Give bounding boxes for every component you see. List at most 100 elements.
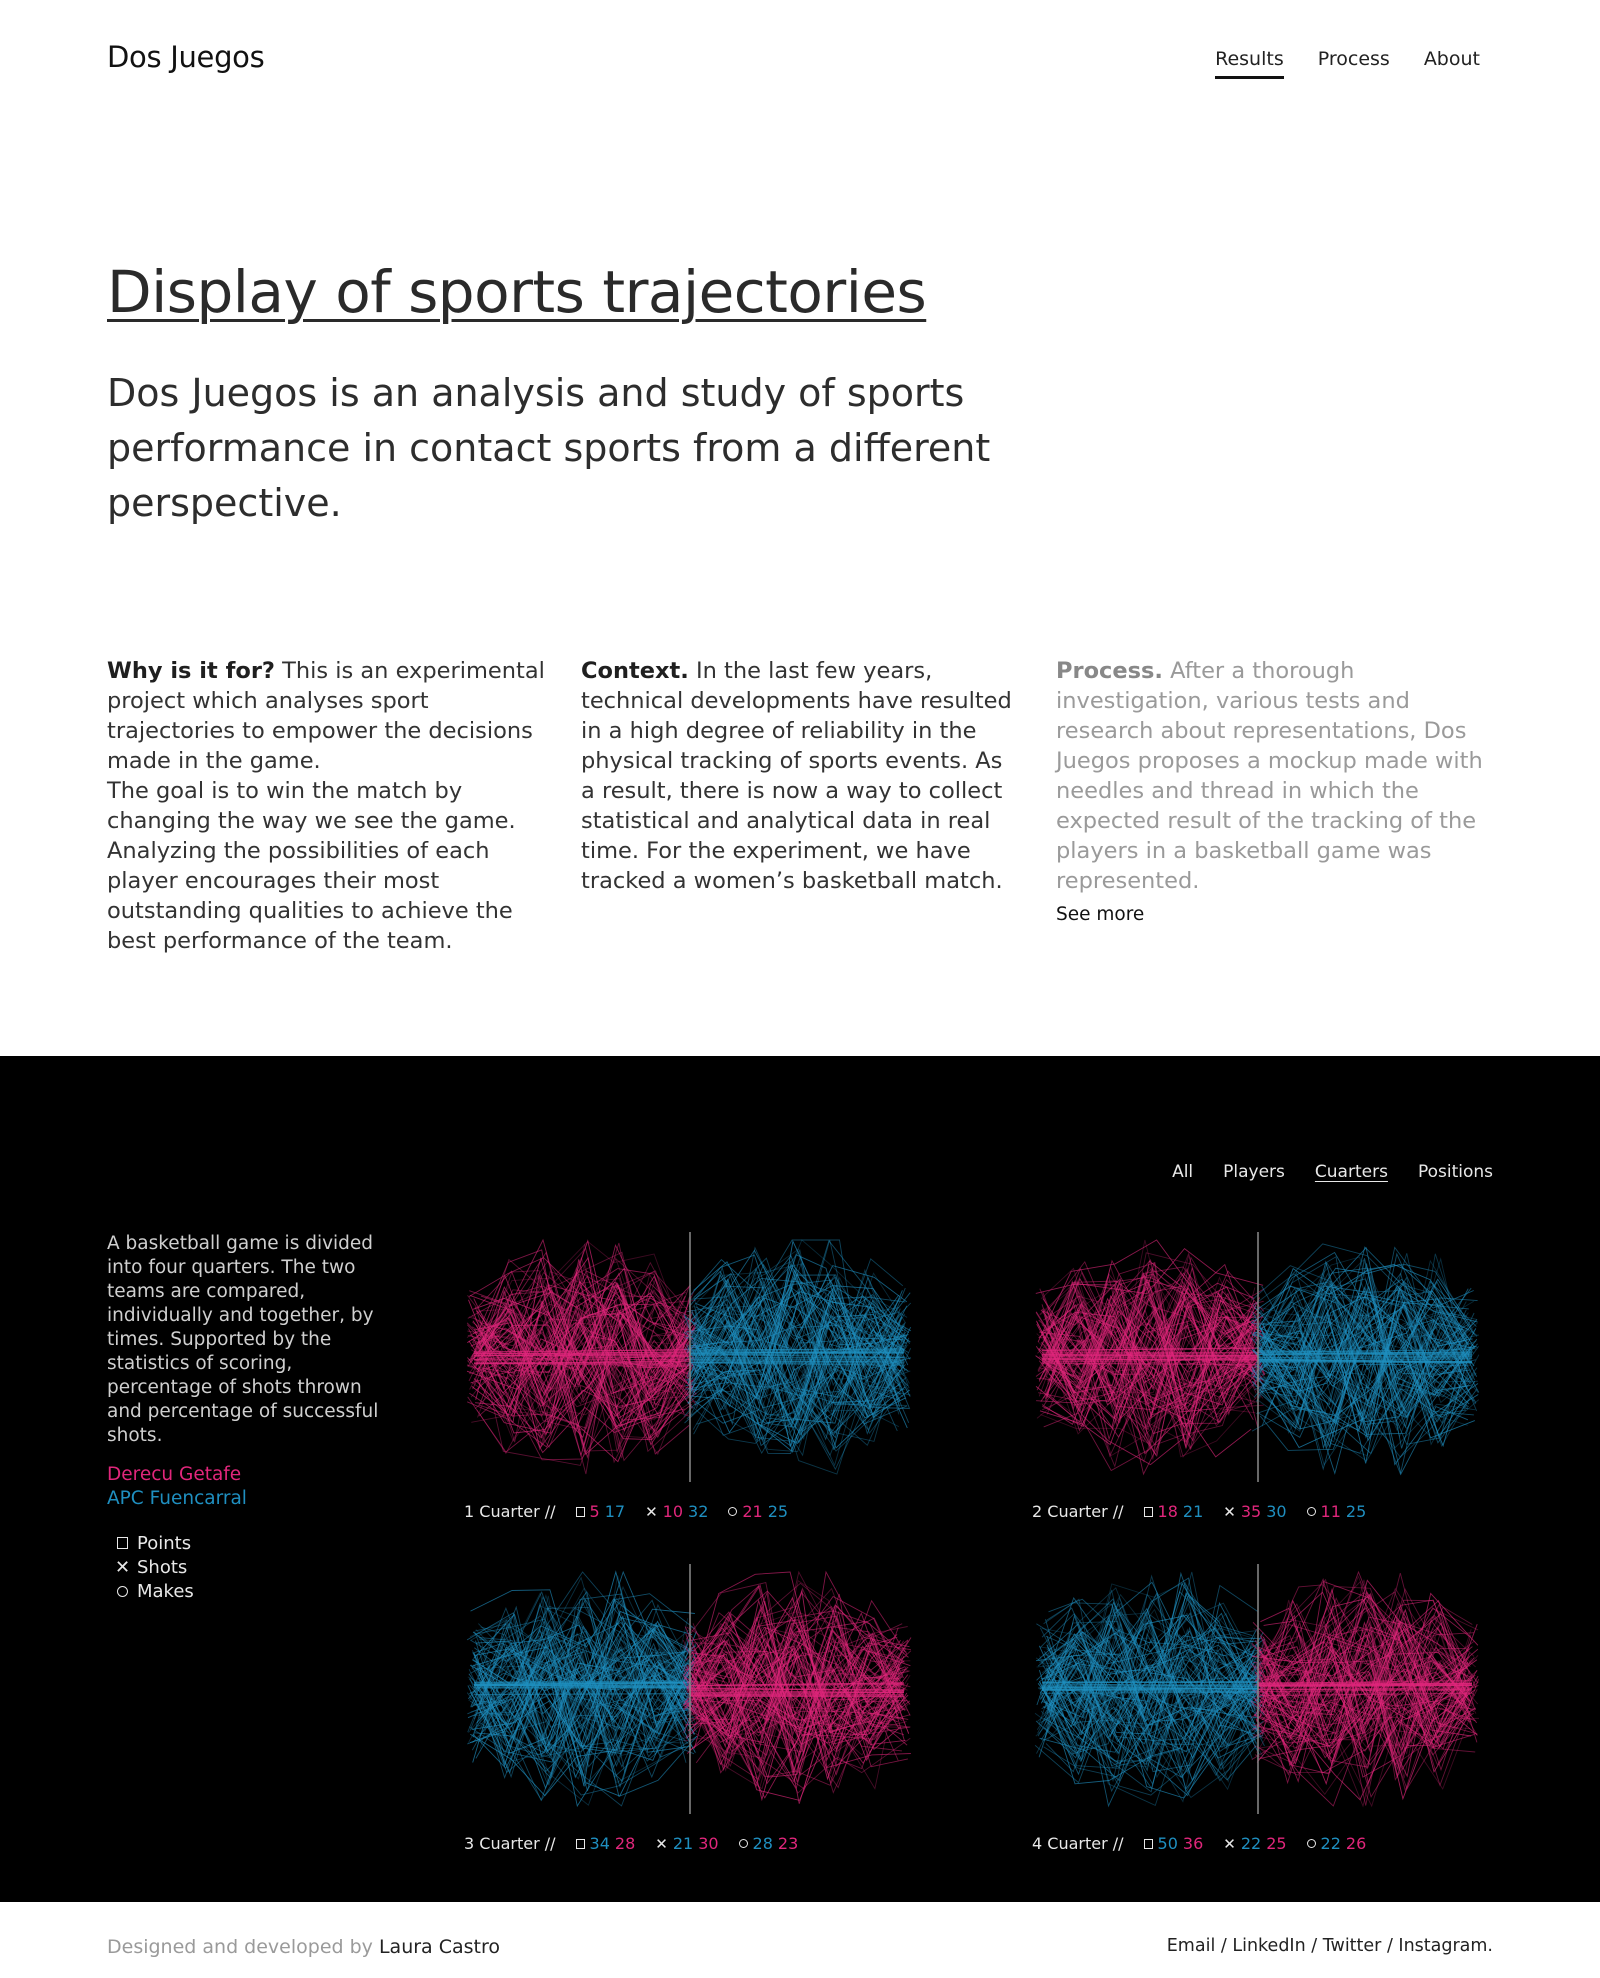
team-name-fuencarral: APC Fuencarral — [107, 1488, 247, 1509]
points-stat: 50 36 — [1143, 1834, 1204, 1853]
instagram-link[interactable]: Instagram. — [1398, 1936, 1493, 1956]
nav-process[interactable]: Process — [1318, 48, 1390, 79]
legend-points-label: Points — [137, 1533, 192, 1554]
viz-description: A basketball game is divided into four q… — [107, 1233, 379, 1446]
stat-value: 5 — [589, 1502, 600, 1521]
filter-tabs: All Players Cuarters Positions — [1172, 1162, 1493, 1182]
stat-value: 28 — [752, 1834, 773, 1853]
visualization-section: All Players Cuarters Positions A basketb… — [0, 1056, 1600, 1902]
right-team-trajectories — [682, 1570, 912, 1804]
trajectory-line — [473, 1358, 691, 1361]
author-link[interactable]: Laura Castro — [379, 1936, 500, 1958]
shots-stat: ✕ 35 30 — [1223, 1502, 1286, 1521]
quarter-stats: 3 Cuarter //34 28 ✕ 21 30 28 23 — [464, 1834, 818, 1853]
trajectory-plot — [1034, 1564, 1480, 1814]
stat-value: 34 — [589, 1834, 610, 1853]
quarter-label: 4 Cuarter // — [1032, 1834, 1124, 1853]
stat-value: 22 — [1320, 1834, 1341, 1853]
stat-value: 18 — [1157, 1502, 1178, 1521]
circle-icon — [116, 1586, 128, 1597]
linkedin-link[interactable]: LinkedIn — [1232, 1936, 1305, 1956]
makes-stat: 21 25 — [728, 1502, 788, 1521]
filter-players[interactable]: Players — [1223, 1162, 1285, 1182]
quarter-label: 2 Cuarter // — [1032, 1502, 1124, 1521]
square-icon — [1143, 1506, 1153, 1517]
legend-shots: ✕ Shots — [115, 1556, 194, 1580]
why-text-2: The goal is to win the match by changing… — [107, 778, 516, 954]
square-icon — [575, 1838, 585, 1849]
square-icon — [575, 1506, 585, 1517]
trajectory-line — [1041, 1684, 1259, 1686]
stat-value: 28 — [614, 1834, 636, 1853]
makes-stat: 22 26 — [1306, 1834, 1367, 1853]
circle-icon — [1306, 1839, 1316, 1848]
stat-value: 30 — [1266, 1502, 1287, 1521]
site-header: Dos Juegos Results Process About — [0, 0, 1600, 120]
quarter-label: 3 Cuarter // — [464, 1834, 556, 1853]
cross-icon: ✕ — [115, 1557, 131, 1578]
social-links: Email / LinkedIn / Twitter / Instagram. — [1167, 1936, 1493, 1956]
stat-value: 21 — [742, 1502, 763, 1521]
trajectory-line — [689, 1361, 905, 1364]
stat-value: 26 — [1345, 1834, 1367, 1853]
why-heading: Why is it for? — [107, 658, 275, 684]
page-subtitle: Dos Juegos is an analysis and study of s… — [107, 371, 991, 525]
legend-makes: Makes — [115, 1580, 194, 1604]
quarter-label: 1 Cuarter // — [464, 1502, 556, 1521]
context-heading: Context. — [581, 658, 689, 684]
stats-legend: Points ✕ Shots Makes — [115, 1532, 194, 1604]
trajectory-line — [473, 1354, 691, 1357]
quarter-2-panel: 2 Cuarter // 18 21 ✕ 35 30 11 25 — [1032, 1232, 1502, 1532]
right-team-trajectories — [1250, 1243, 1480, 1476]
page-title: Display of sports trajectories — [107, 258, 927, 326]
email-link[interactable]: Email — [1167, 1936, 1216, 1956]
separator: / — [1215, 1936, 1233, 1956]
legend-points: Points — [115, 1532, 194, 1556]
stat-value: 25 — [1266, 1834, 1287, 1853]
nav-results[interactable]: Results — [1215, 48, 1284, 79]
context-column: Context. In the last few years, technica… — [581, 656, 1021, 896]
filter-positions[interactable]: Positions — [1418, 1162, 1493, 1182]
brand-logo[interactable]: Dos Juegos — [107, 40, 265, 74]
see-more-link[interactable]: See more — [1056, 900, 1496, 930]
left-team-trajectories — [1034, 1571, 1266, 1808]
quarter-stats: 2 Cuarter // 18 21 ✕ 35 30 11 25 — [1032, 1502, 1386, 1521]
stat-value: 36 — [1182, 1834, 1204, 1853]
process-text: After a thorough investigation, various … — [1056, 658, 1483, 894]
trajectory-plot — [466, 1232, 912, 1482]
context-text: In the last few years, technical develop… — [581, 658, 1012, 894]
circle-icon — [1306, 1507, 1316, 1516]
trajectory-plot — [466, 1564, 912, 1814]
cross-icon: ✕ — [655, 1834, 668, 1853]
stat-value: 25 — [767, 1502, 789, 1521]
square-icon — [116, 1537, 128, 1549]
shots-stat: ✕ 21 30 — [655, 1834, 718, 1853]
credit-prefix: Designed and developed by — [107, 1936, 379, 1958]
separator: / — [1305, 1936, 1323, 1956]
stat-value: 50 — [1157, 1834, 1178, 1853]
twitter-link[interactable]: Twitter — [1323, 1936, 1382, 1956]
stat-value: 21 — [672, 1834, 694, 1853]
right-team-trajectories — [1250, 1570, 1480, 1808]
credit: Designed and developed by Laura Castro — [107, 1936, 500, 1958]
circle-icon — [728, 1507, 738, 1516]
stat-value: 32 — [688, 1502, 709, 1521]
points-stat: 18 21 — [1143, 1502, 1203, 1521]
quarter-3-panel: 3 Cuarter //34 28 ✕ 21 30 28 23 — [464, 1564, 934, 1864]
filter-all[interactable]: All — [1172, 1162, 1193, 1182]
quarter-1-panel: 1 Cuarter // 5 17 ✕ 10 32 21 25 — [464, 1232, 934, 1532]
filter-cuarters[interactable]: Cuarters — [1315, 1162, 1388, 1182]
why-column: Why is it for? This is an experimental p… — [107, 656, 547, 956]
stat-value: 25 — [1345, 1502, 1367, 1521]
points-stat: 34 28 — [575, 1834, 636, 1853]
square-icon — [1143, 1838, 1153, 1849]
stat-value: 23 — [777, 1834, 799, 1853]
cross-icon: ✕ — [1223, 1502, 1236, 1521]
cross-icon: ✕ — [1223, 1834, 1236, 1853]
circle-icon — [738, 1839, 748, 1848]
quarter-stats: 4 Cuarter // 50 36 ✕ 22 25 22 26 — [1032, 1834, 1386, 1853]
quarter-4-panel: 4 Cuarter // 50 36 ✕ 22 25 22 26 — [1032, 1564, 1502, 1864]
trajectory-plot — [1035, 1232, 1480, 1482]
nav-about[interactable]: About — [1424, 48, 1480, 79]
quarter-stats: 1 Cuarter // 5 17 ✕ 10 32 21 25 — [464, 1502, 808, 1521]
